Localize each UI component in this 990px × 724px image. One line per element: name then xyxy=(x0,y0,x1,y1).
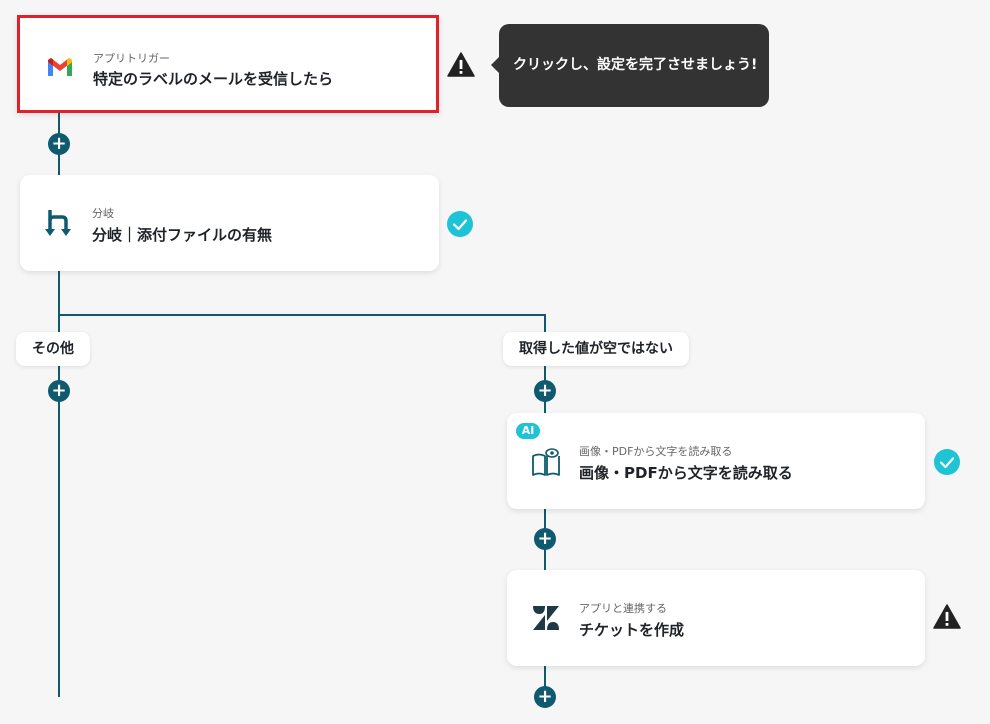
check-circle-icon xyxy=(447,211,473,241)
ocr-step-title: 画像・PDFから文字を読み取る xyxy=(579,464,793,482)
connector-line-horizontal xyxy=(58,314,546,316)
branch-label-not-empty: 取得した値が空ではない xyxy=(503,332,689,366)
branch-step-sublabel: 分岐 xyxy=(92,207,114,220)
add-step-button[interactable]: + xyxy=(534,528,556,550)
add-step-button[interactable]: + xyxy=(48,380,70,402)
zendesk-icon xyxy=(532,606,560,634)
check-circle-icon xyxy=(934,449,960,479)
gmail-icon xyxy=(47,58,73,82)
ocr-book-eye-icon xyxy=(530,446,562,482)
warning-icon xyxy=(933,604,961,633)
trigger-step-sublabel: アプリトリガー xyxy=(93,52,170,65)
branch-label-other: その他 xyxy=(16,332,90,366)
branch-step-card[interactable]: 分岐 分岐｜添付ファイルの有無 xyxy=(20,175,439,271)
branch-icon xyxy=(44,208,72,242)
zendesk-step-sublabel: アプリと連携する xyxy=(579,602,667,615)
ocr-step-sublabel: 画像・PDFから文字を読み取る xyxy=(579,445,733,458)
setup-tooltip: クリックし、設定を完了させましょう! xyxy=(491,24,769,107)
ai-badge: AI xyxy=(516,423,540,439)
add-step-button[interactable]: + xyxy=(48,133,70,155)
branch-step-title: 分岐｜添付ファイルの有無 xyxy=(92,226,273,244)
add-step-button[interactable]: + xyxy=(534,686,556,708)
zendesk-step-card[interactable]: アプリと連携する チケットを作成 xyxy=(507,570,925,666)
trigger-step-card[interactable]: アプリトリガー 特定のラベルのメールを受信したら xyxy=(17,15,439,113)
zendesk-step-title: チケットを作成 xyxy=(579,621,685,639)
trigger-step-title: 特定のラベルのメールを受信したら xyxy=(93,70,334,88)
warning-icon xyxy=(447,52,475,81)
ocr-step-card[interactable]: AI 画像・PDFから文字を読み取る 画像・PDFから文字を読み取る xyxy=(507,413,925,509)
add-step-button[interactable]: + xyxy=(534,380,556,402)
